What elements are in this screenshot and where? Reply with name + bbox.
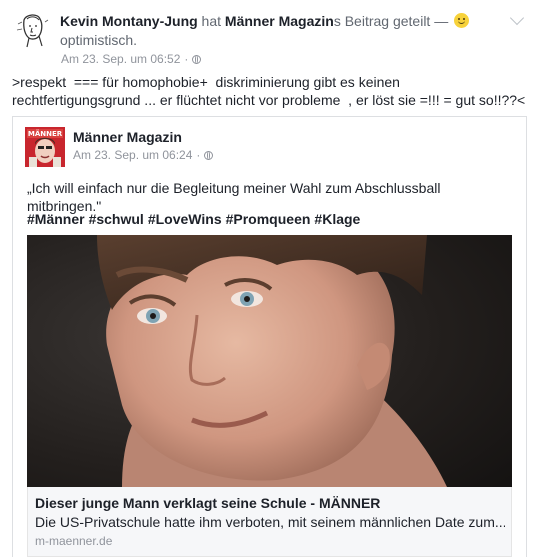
hashtag[interactable]: #Klage bbox=[314, 211, 360, 227]
globe-icon[interactable] bbox=[204, 150, 214, 160]
smiley-icon bbox=[454, 13, 470, 28]
feed-post: Kevin Montany-Jung hat Männer Magazins B… bbox=[0, 0, 537, 557]
header-action-rest: s Beitrag geteilt — bbox=[333, 13, 453, 29]
status-text: >respekt === für homophobie+ diskriminie… bbox=[12, 74, 526, 108]
shared-timestamp[interactable]: Am 23. Sep. um 06:24 bbox=[73, 148, 192, 162]
hashtag[interactable]: #schwul bbox=[89, 211, 144, 227]
shared-quote: „Ich will einfach nur die Begleitung mei… bbox=[27, 180, 441, 214]
shared-page-link[interactable]: Männer Magazin bbox=[225, 13, 334, 29]
page-avatar[interactable]: MÄNNER bbox=[25, 127, 65, 167]
chevron-down-icon[interactable] bbox=[509, 10, 525, 26]
portrait-photo bbox=[27, 235, 512, 487]
meta-separator: · bbox=[184, 52, 189, 66]
globe-icon[interactable] bbox=[192, 54, 202, 64]
shared-post: MÄNNER Männer Magazin Am 23. Sep. um 06:… bbox=[12, 116, 527, 557]
hashtag[interactable]: #LoveWins bbox=[148, 211, 222, 227]
author-name[interactable]: Kevin Montany-Jung bbox=[60, 13, 198, 29]
feeling-text: optimistisch. bbox=[60, 32, 138, 48]
link-description: Die US-Privatschule hatte ihm verboten, … bbox=[35, 514, 505, 530]
link-domain: m-maenner.de bbox=[35, 534, 113, 548]
shared-meta: Am 23. Sep. um 06:24 · bbox=[73, 148, 214, 162]
shared-meta-separator: · bbox=[196, 148, 201, 162]
shared-page-name[interactable]: Männer Magazin bbox=[73, 129, 182, 145]
link-title[interactable]: Dieser junge Mann verklagt seine Schule … bbox=[35, 495, 380, 511]
hashtag[interactable]: #Promqueen bbox=[226, 211, 311, 227]
post-meta: Am 23. Sep. um 06:52 · bbox=[61, 52, 202, 66]
header-action-hat: hat bbox=[197, 13, 225, 29]
post-header: Kevin Montany-Jung hat Männer Magazins B… bbox=[60, 12, 500, 50]
link-preview-caption[interactable]: Dieser junge Mann verklagt seine Schule … bbox=[27, 487, 512, 557]
hashtag[interactable]: #Männer bbox=[27, 211, 85, 227]
post-timestamp[interactable]: Am 23. Sep. um 06:52 bbox=[61, 52, 180, 66]
author-avatar[interactable] bbox=[12, 10, 52, 50]
magazine-logo-icon: MÄNNER bbox=[25, 127, 65, 167]
link-preview-image[interactable] bbox=[27, 235, 512, 487]
hashtag-list: #Männer #schwul #LoveWins #Promqueen #Kl… bbox=[27, 211, 360, 227]
sketch-portrait-icon bbox=[12, 10, 52, 50]
svg-text:MÄNNER: MÄNNER bbox=[28, 129, 63, 138]
